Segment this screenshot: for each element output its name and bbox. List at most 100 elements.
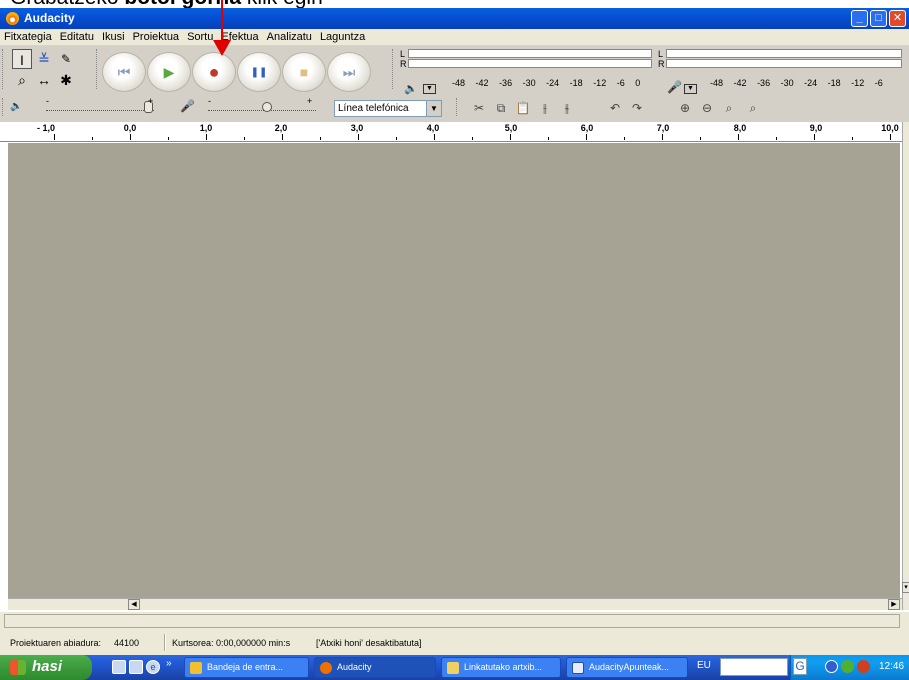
- zoom-out-icon[interactable]: ⊖: [698, 100, 716, 117]
- ruler-label: 5,0: [504, 123, 518, 133]
- security-icon[interactable]: [857, 660, 870, 673]
- ruler-label: 6,0: [580, 123, 594, 133]
- playback-meter-left: [408, 49, 652, 58]
- quicklaunch-more-icon[interactable]: »: [166, 658, 172, 669]
- ruler-label: 2,0: [274, 123, 288, 133]
- ruler-label: 10,0: [881, 123, 899, 133]
- skip-start-icon: ⏮: [117, 63, 131, 80]
- toolbar-grip[interactable]: [96, 49, 99, 89]
- ruler-tick: [320, 137, 321, 140]
- toolbar-area: I ≚ ✎ ⌕ ↔ ✱ ⏮ ▶ ● ❚❚ ■ ⏭ L R 🔈 ▼ -48 -42…: [0, 46, 909, 122]
- menu-file[interactable]: Fitxategia: [0, 29, 56, 43]
- zoom-tool-icon[interactable]: ⌕: [12, 70, 32, 90]
- skip-to-start-button[interactable]: ⏮: [102, 52, 146, 92]
- google-icon[interactable]: G: [793, 658, 807, 675]
- status-empty-bar: [0, 611, 909, 631]
- envelope-tool-icon[interactable]: ≚: [34, 49, 54, 69]
- vertical-scrollbar[interactable]: ▾: [902, 122, 909, 610]
- input-volume-slider[interactable]: [208, 110, 316, 111]
- toolbar-grip[interactable]: [392, 49, 395, 89]
- toolbar-grip[interactable]: [2, 49, 5, 89]
- windows-logo-icon: [10, 660, 26, 675]
- input-source-select[interactable]: Línea telefónica ▼: [334, 100, 442, 117]
- project-rate-value[interactable]: 44100: [114, 638, 139, 648]
- transport-toolbar: ⏮ ▶ ● ❚❚ ■ ⏭: [102, 52, 372, 92]
- horizontal-scrollbar[interactable]: ◀ ▶: [8, 598, 902, 610]
- taskbar-item-word[interactable]: AudacityApunteak...: [566, 657, 688, 678]
- multi-tool-icon[interactable]: ✱: [56, 70, 76, 90]
- ruler-label: - 1,0: [36, 123, 56, 133]
- taskbar-item-audacity[interactable]: Audacity: [314, 657, 436, 678]
- input-slider-thumb[interactable]: [262, 102, 272, 112]
- language-indicator[interactable]: EU: [697, 660, 711, 671]
- start-button[interactable]: hasi: [0, 655, 92, 680]
- record-meter-dropdown[interactable]: ▼: [684, 84, 697, 94]
- menu-project[interactable]: Proiektua: [129, 29, 183, 43]
- ruler-tick: [548, 137, 549, 140]
- ruler-tick: [738, 134, 739, 140]
- taskbar-item-bandeja[interactable]: Bandeja de entra...: [184, 657, 309, 678]
- cut-icon[interactable]: ✂: [470, 100, 488, 117]
- track-area[interactable]: [8, 143, 900, 599]
- microphone-icon[interactable]: 🎤: [667, 80, 682, 94]
- back-icon[interactable]: [825, 660, 838, 673]
- timeline-ruler[interactable]: - 1,0 0,0 1,0 2,0 3,0 4,0 5,0 6,0 7,0 8,…: [0, 122, 902, 142]
- speaker-icon[interactable]: 🔈: [404, 82, 418, 95]
- fit-project-icon[interactable]: ⌕: [744, 100, 762, 117]
- input-slider-max: +: [307, 96, 313, 106]
- scroll-right-icon[interactable]: ▶: [888, 599, 900, 610]
- ruler-tick: [54, 134, 55, 140]
- timeshift-tool-icon[interactable]: ↔: [34, 70, 54, 90]
- pause-button[interactable]: ❚❚: [237, 52, 281, 92]
- play-button[interactable]: ▶: [147, 52, 191, 92]
- stop-button[interactable]: ■: [282, 52, 326, 92]
- ruler-tick: [472, 137, 473, 140]
- fit-selection-icon[interactable]: ⌕: [720, 100, 738, 117]
- quicklaunch-media-icon[interactable]: [129, 660, 143, 674]
- playback-meter-dropdown[interactable]: ▼: [423, 84, 436, 94]
- system-tray: G 12:46: [790, 655, 909, 680]
- network-icon[interactable]: [841, 660, 854, 673]
- paste-icon[interactable]: 📋: [514, 100, 532, 117]
- trim-icon[interactable]: ⫲: [536, 100, 554, 117]
- project-rate-label: Proiektuaren abiadura:: [10, 638, 102, 648]
- ruler-tick: [624, 137, 625, 140]
- google-search-input[interactable]: [720, 658, 788, 676]
- zoom-in-icon[interactable]: ⊕: [676, 100, 694, 117]
- mixer-edit-row: 🔈 - + 🎤 - + Línea telefónica ▼ ✂ ⧉ 📋 ⫲ ⫳…: [0, 96, 909, 118]
- silence-icon[interactable]: ⫳: [558, 100, 576, 117]
- menu-edit[interactable]: Editatu: [56, 29, 98, 43]
- redo-icon[interactable]: ↷: [628, 100, 646, 117]
- toolbar-grip[interactable]: [2, 98, 5, 116]
- close-button[interactable]: ✕: [889, 10, 906, 27]
- annotation-arrow-head: [213, 40, 231, 56]
- selection-tool-icon[interactable]: I: [12, 49, 32, 69]
- taskbar: hasi e » Bandeja de entra... Audacity Li…: [0, 655, 909, 680]
- input-source-value: Línea telefónica: [338, 103, 409, 114]
- title-bar: Audacity _ □ ✕: [0, 8, 909, 29]
- quicklaunch-desktop-icon[interactable]: [112, 660, 126, 674]
- scroll-left-icon[interactable]: ◀: [128, 599, 140, 610]
- menu-help[interactable]: Laguntza: [316, 29, 369, 43]
- input-slider-min: -: [208, 96, 211, 106]
- scroll-down-icon[interactable]: ▾: [902, 582, 909, 593]
- copy-icon[interactable]: ⧉: [492, 100, 510, 117]
- toolbar-grip[interactable]: [456, 98, 459, 116]
- record-button[interactable]: ●: [192, 52, 236, 92]
- minimize-button[interactable]: _: [851, 10, 868, 27]
- tools-toolbar: I ≚ ✎ ⌕ ↔ ✱: [6, 48, 92, 92]
- taskbar-item-folder[interactable]: Linkatutako artxib...: [441, 657, 561, 678]
- draw-tool-icon[interactable]: ✎: [56, 49, 76, 69]
- menu-bar: Fitxategia Editatu Ikusi Proiektua Sortu Efek…: [0, 29, 909, 46]
- ruler-label: 1,0: [199, 123, 213, 133]
- folder-icon: [447, 662, 459, 674]
- maximize-button[interactable]: □: [870, 10, 887, 27]
- undo-icon[interactable]: ↶: [606, 100, 624, 117]
- menu-view[interactable]: Ikusi: [98, 29, 129, 43]
- menu-analyze[interactable]: Analizatu: [263, 29, 316, 43]
- stop-icon: ■: [299, 64, 309, 80]
- output-volume-slider[interactable]: [46, 110, 154, 111]
- quicklaunch-ie-icon[interactable]: e: [146, 660, 160, 674]
- skip-end-icon: ⏭: [342, 63, 356, 80]
- skip-to-end-button[interactable]: ⏭: [327, 52, 371, 92]
